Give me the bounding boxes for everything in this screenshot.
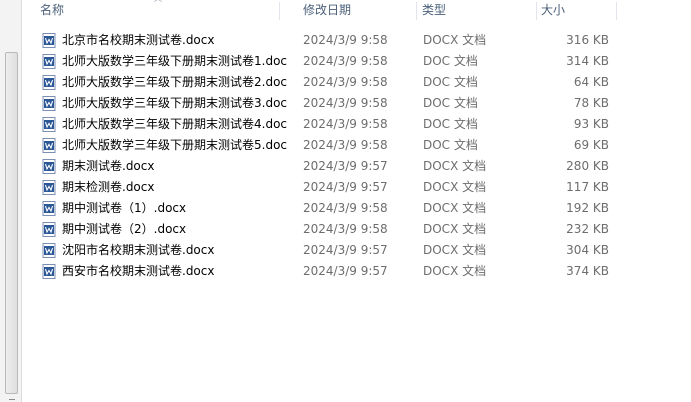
word-doc-icon [42,54,56,69]
file-modified-date: 2024/3/9 9:58 [303,117,388,131]
file-modified-date: 2024/3/9 9:58 [303,222,388,236]
file-size: 64 KB [573,75,609,89]
column-header-modified[interactable]: 修改日期 [299,0,417,22]
file-row[interactable]: 期末测试卷.docx 2024/3/9 9:57 DOCX 文档 280 KB [22,156,691,177]
file-explorer-window: 名称 ︿ 修改日期 类型 大小 北京市名校期末测试卷.docx 2024/3/9 … [0,0,691,402]
file-type: DOCX 文档 [423,33,487,47]
file-type: DOC 文档 [423,75,478,89]
file-list: 北京市名校期末测试卷.docx 2024/3/9 9:58 DOCX 文档 316 K… [22,30,691,282]
file-type: DOC 文档 [423,54,478,68]
vertical-scrollbar[interactable] [0,0,22,402]
file-type: DOCX 文档 [423,159,487,173]
file-name: 沈阳市名校期末测试卷.docx [62,243,215,257]
file-row[interactable]: 北师大版数学三年级下册期末测试卷4.doc 2024/3/9 9:58 DOC 文档… [22,114,691,135]
file-modified-date: 2024/3/9 9:58 [303,138,388,152]
file-size: 232 KB [566,222,609,236]
word-doc-icon [42,180,56,195]
word-doc-icon [42,33,56,48]
column-header-type-label: 类型 [422,3,447,17]
file-size: 316 KB [566,33,609,47]
column-header: 名称 ︿ 修改日期 类型 大小 [22,0,691,22]
file-modified-date: 2024/3/9 9:57 [303,159,388,173]
word-doc-icon [42,138,56,153]
file-name: 北师大版数学三年级下册期末测试卷3.doc [62,96,288,110]
file-row[interactable]: 北师大版数学三年级下册期末测试卷1.doc 2024/3/9 9:58 DOC 文档… [22,51,691,72]
file-modified-date: 2024/3/9 9:58 [303,54,388,68]
column-header-size-label: 大小 [541,3,566,17]
column-header-size[interactable]: 大小 [537,0,617,22]
column-header-name-label: 名称 [40,3,65,17]
file-name: 期中测试卷（1）.docx [62,201,187,215]
word-doc-icon [42,75,56,90]
scrollbar-thumb[interactable] [5,52,18,400]
file-name: 北京市名校期末测试卷.docx [62,33,215,47]
word-doc-icon [42,201,56,216]
file-size: 314 KB [566,54,609,68]
file-type: DOCX 文档 [423,264,487,278]
file-modified-date: 2024/3/9 9:58 [303,96,388,110]
column-header-modified-label: 修改日期 [303,3,352,17]
file-type: DOCX 文档 [423,222,487,236]
file-modified-date: 2024/3/9 9:58 [303,33,388,47]
file-size: 304 KB [566,243,609,257]
file-row[interactable]: 期中测试卷（2）.docx 2024/3/9 9:58 DOCX 文档 232 KB [22,219,691,240]
sort-chevron-up-icon: ︿ [154,0,162,3]
file-modified-date: 2024/3/9 9:58 [303,75,388,89]
file-row[interactable]: 期中测试卷（1）.docx 2024/3/9 9:58 DOCX 文档 192 KB [22,198,691,219]
word-doc-icon [42,243,56,258]
file-size: 280 KB [566,159,609,173]
word-doc-icon [42,117,56,132]
word-doc-icon [42,264,56,279]
file-type: DOC 文档 [423,138,478,152]
file-modified-date: 2024/3/9 9:58 [303,201,388,215]
file-type: DOC 文档 [423,96,478,110]
file-size: 93 KB [573,117,609,131]
file-name: 北师大版数学三年级下册期末测试卷2.doc [62,75,288,89]
column-header-name[interactable]: 名称 ︿ [22,0,280,22]
file-row[interactable]: 北京市名校期末测试卷.docx 2024/3/9 9:58 DOCX 文档 316 K… [22,30,691,51]
file-size: 78 KB [573,96,609,110]
file-name: 期末测试卷.docx [62,159,155,173]
file-type: DOCX 文档 [423,180,487,194]
file-modified-date: 2024/3/9 9:57 [303,243,388,257]
word-doc-icon [42,222,56,237]
file-row[interactable]: 沈阳市名校期末测试卷.docx 2024/3/9 9:57 DOCX 文档 304 K… [22,240,691,261]
file-modified-date: 2024/3/9 9:57 [303,180,388,194]
word-doc-icon [42,96,56,111]
file-size: 374 KB [566,264,609,278]
file-row[interactable]: 北师大版数学三年级下册期末测试卷5.doc 2024/3/9 9:58 DOC 文档… [22,135,691,156]
file-type: DOC 文档 [423,117,478,131]
file-name: 西安市名校期末测试卷.docx [62,264,215,278]
file-size: 192 KB [566,201,609,215]
file-row[interactable]: 期末检测卷.docx 2024/3/9 9:57 DOCX 文档 117 KB [22,177,691,198]
file-name: 期末检测卷.docx [62,180,155,194]
file-modified-date: 2024/3/9 9:57 [303,264,388,278]
file-size: 117 KB [566,180,609,194]
file-row[interactable]: 北师大版数学三年级下册期末测试卷2.doc 2024/3/9 9:58 DOC 文档… [22,72,691,93]
file-name: 北师大版数学三年级下册期末测试卷4.doc [62,117,288,131]
file-row[interactable]: 西安市名校期末测试卷.docx 2024/3/9 9:57 DOCX 文档 374 K… [22,261,691,282]
word-doc-icon [42,159,56,174]
file-name: 北师大版数学三年级下册期末测试卷5.doc [62,138,288,152]
column-header-type[interactable]: 类型 [417,0,537,22]
file-type: DOCX 文档 [423,243,487,257]
file-row[interactable]: 北师大版数学三年级下册期末测试卷3.doc 2024/3/9 9:58 DOC 文档… [22,93,691,114]
file-type: DOCX 文档 [423,201,487,215]
file-size: 69 KB [573,138,609,152]
file-name: 北师大版数学三年级下册期末测试卷1.doc [62,54,288,68]
file-name: 期中测试卷（2）.docx [62,222,187,236]
